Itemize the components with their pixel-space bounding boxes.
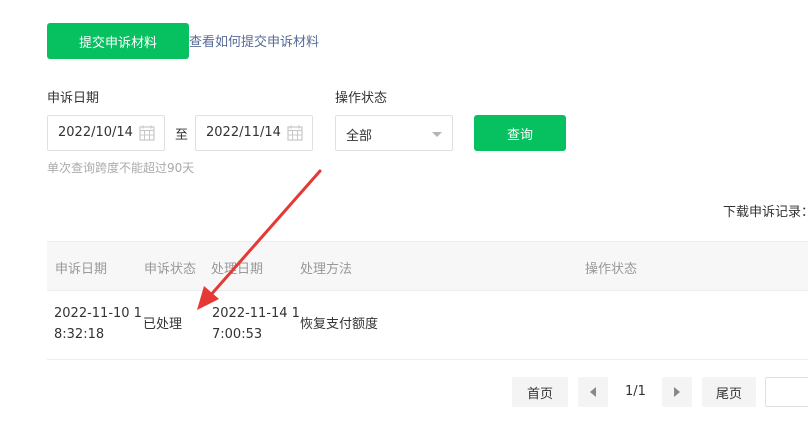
annotation-arrow (197, 169, 322, 310)
